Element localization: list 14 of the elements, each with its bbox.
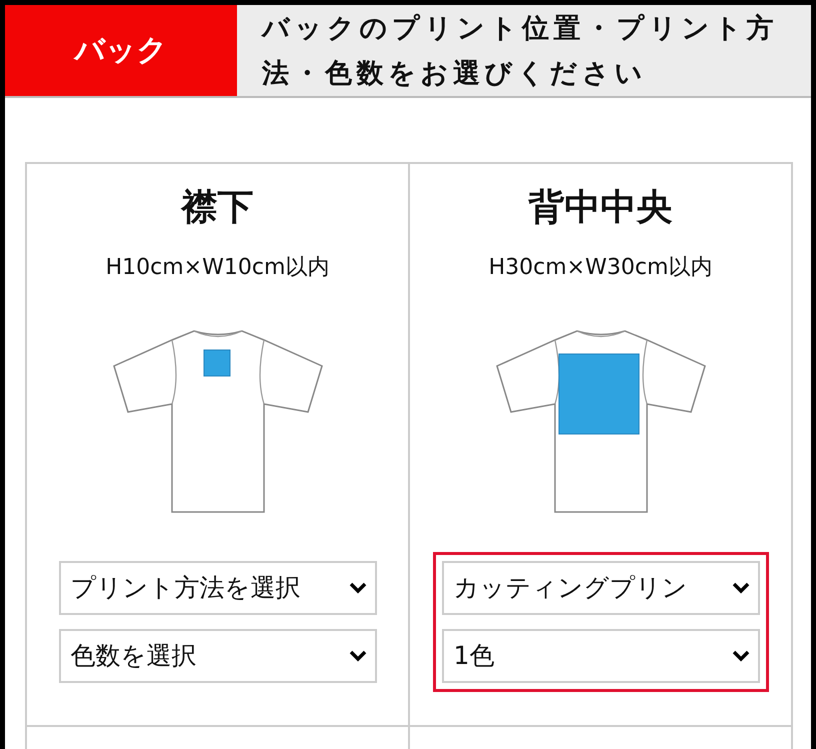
chevron-down-icon (732, 650, 750, 662)
instruction-text: バックのプリント位置・プリント方法・色数をお選びください (237, 5, 811, 96)
chevron-down-icon (348, 650, 366, 662)
method-dropdown[interactable]: プリント方法を選択 (58, 561, 376, 616)
size-limit-text: H30cm×W30cm以内 (488, 254, 712, 282)
color-count-dropdown[interactable]: 1色 (442, 629, 760, 684)
position-title: 背中中央 (528, 186, 672, 230)
method-dropdown[interactable]: カッティングプリン (442, 561, 760, 616)
section-tag: バック (5, 5, 237, 96)
size-limit-text: H10cm×W10cm以内 (106, 254, 330, 282)
position-title: 襟下 (182, 186, 254, 230)
chevron-down-icon (732, 582, 750, 594)
chevron-down-icon (348, 582, 366, 594)
color-count-dropdown[interactable]: 色数を選択 (58, 629, 376, 684)
